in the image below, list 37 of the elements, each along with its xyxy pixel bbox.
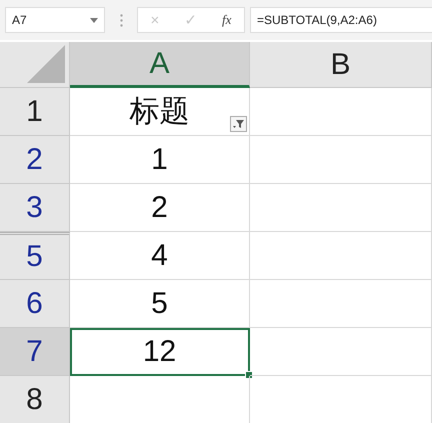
cell-value: 2 bbox=[151, 190, 168, 224]
column-header[interactable]: A bbox=[70, 42, 250, 88]
filter-button[interactable] bbox=[230, 116, 247, 132]
dropdown-caret-icon[interactable] bbox=[90, 18, 98, 22]
table-cell[interactable]: 标题 bbox=[70, 88, 250, 136]
table-cell[interactable]: 5 bbox=[70, 280, 250, 328]
funnel-icon bbox=[233, 119, 244, 129]
column-header[interactable]: B bbox=[250, 42, 432, 88]
table-cell[interactable] bbox=[250, 328, 432, 376]
fill-handle[interactable] bbox=[245, 371, 253, 379]
cell-value: 1 bbox=[151, 142, 168, 176]
cell-value: 标题 bbox=[130, 94, 190, 130]
table-cell[interactable] bbox=[250, 280, 432, 328]
row-header[interactable]: 3 bbox=[0, 184, 70, 232]
table-cell[interactable] bbox=[250, 136, 432, 184]
row-header[interactable]: 5 bbox=[0, 232, 70, 280]
selected-cell[interactable]: 12 bbox=[70, 328, 250, 376]
row-header[interactable]: 8 bbox=[0, 376, 70, 423]
cell-reference: A7 bbox=[12, 13, 27, 27]
cell-value: 12 bbox=[142, 334, 176, 368]
name-box[interactable]: A7 bbox=[5, 7, 105, 33]
table-cell[interactable] bbox=[250, 184, 432, 232]
table-cell[interactable]: 1 bbox=[70, 136, 250, 184]
row-header[interactable]: 1 bbox=[0, 88, 70, 136]
formula-field[interactable]: =SUBTOTAL(9,A2:A6) bbox=[250, 7, 432, 33]
cell-value: 4 bbox=[151, 238, 168, 272]
select-all-triangle-icon[interactable] bbox=[27, 45, 65, 83]
table-cell[interactable]: 2 bbox=[70, 184, 250, 232]
row-header[interactable]: 7 bbox=[0, 328, 70, 376]
separator-dots-icon bbox=[120, 14, 122, 26]
table-cell[interactable]: 4 bbox=[70, 232, 250, 280]
cell-value: 5 bbox=[151, 286, 168, 320]
insert-function-button[interactable]: fx bbox=[222, 12, 232, 28]
row-header[interactable]: 6 bbox=[0, 280, 70, 328]
table-cell[interactable] bbox=[250, 232, 432, 280]
table-cell[interactable] bbox=[250, 88, 432, 136]
row-header[interactable]: 2 bbox=[0, 136, 70, 184]
